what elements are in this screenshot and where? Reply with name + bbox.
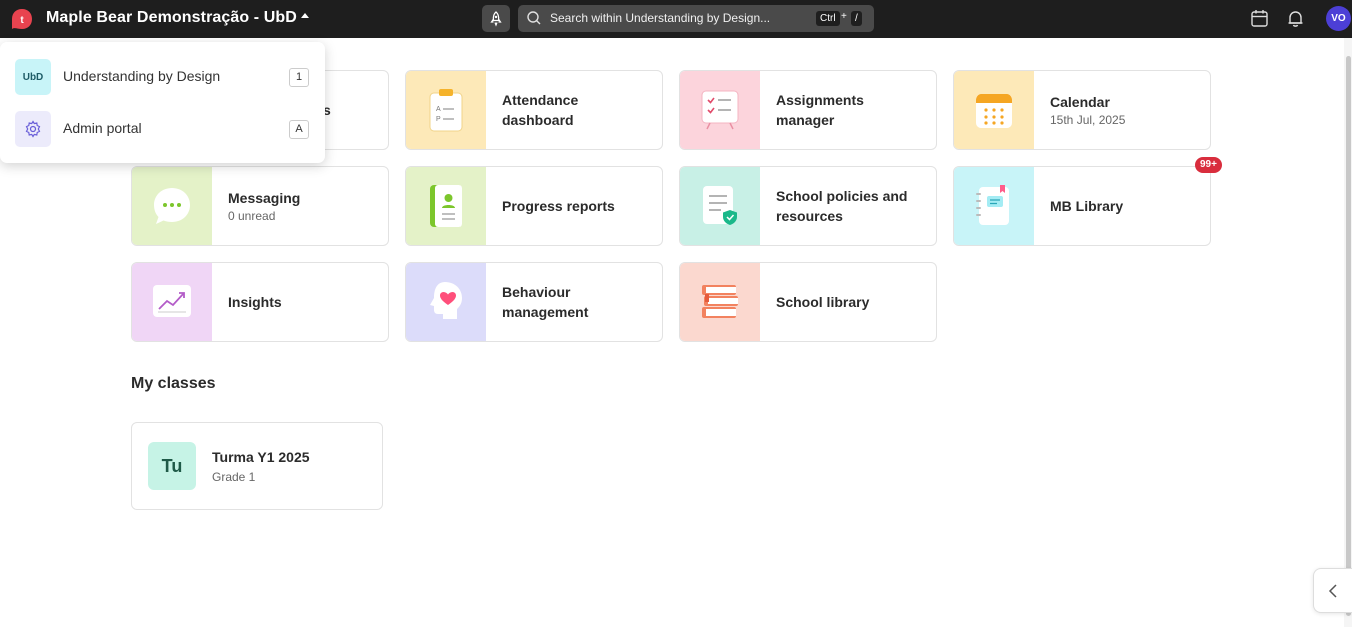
tile-icon-bg <box>406 263 486 341</box>
organization-switcher[interactable]: Maple Bear Demonstração - UbD <box>46 9 297 27</box>
tile-title: Attendance dashboard <box>502 92 579 128</box>
tile-title: Insights <box>228 294 282 310</box>
tile-text: Insights <box>228 263 378 341</box>
tile-text: Progress reports <box>502 167 652 245</box>
class-avatar: Tu <box>148 442 196 490</box>
dropdown-item-admin-portal[interactable]: Admin portal A <box>15 110 315 148</box>
tile-icon-bg <box>680 263 760 341</box>
tile-title: School library <box>776 294 870 310</box>
tile-attendance-dashboard[interactable]: A P Attendance dashboard <box>405 70 663 150</box>
tile-calendar[interactable]: Calendar 15th Jul, 2025 <box>953 70 1211 150</box>
tile-icon-bg <box>954 71 1034 149</box>
shortcut-ctrl-key: Ctrl <box>816 11 840 26</box>
tile-icon-bg <box>132 263 212 341</box>
chevron-left-icon <box>1328 583 1337 598</box>
tile-title: Behaviour management <box>502 284 589 320</box>
chat-bubble-icon <box>154 188 190 224</box>
tile-text: School policies and resources <box>776 167 926 245</box>
shortcut-slash-key: / <box>851 11 862 26</box>
tile-text: School library <box>776 263 926 341</box>
shortcut-key: 1 <box>289 68 309 87</box>
search-placeholder: Search within Understanding by Design... <box>550 11 771 25</box>
notification-badge: 99+ <box>1195 157 1222 173</box>
tile-title: School policies and resources <box>776 188 908 224</box>
notebook-icon <box>976 185 1009 225</box>
tile-text: Messaging 0 unread <box>228 167 378 245</box>
report-book-icon <box>430 185 462 227</box>
tile-icon-bg <box>132 167 212 245</box>
chart-trend-icon <box>153 285 191 317</box>
app-logo-icon[interactable]: t <box>11 8 33 30</box>
tile-title: MB Library <box>1050 198 1124 214</box>
dropdown-item-label: Admin portal <box>63 120 142 136</box>
tile-progress-reports[interactable]: Progress reports <box>405 166 663 246</box>
organization-dropdown-menu: UbD Understanding by Design 1 Admin port… <box>0 42 325 163</box>
class-card[interactable]: Tu Turma Y1 2025 Grade 1 <box>131 422 383 510</box>
svg-text:A: A <box>436 106 441 113</box>
tile-subtitle: 0 unread <box>228 209 276 223</box>
rocket-icon <box>490 10 502 27</box>
policy-document-icon <box>703 186 737 225</box>
tile-school-policies[interactable]: School policies and resources <box>679 166 937 246</box>
search-input[interactable]: Search within Understanding by Design...… <box>518 5 874 32</box>
tile-icon-bg: A P <box>406 71 486 149</box>
dropdown-item-label: Understanding by Design <box>63 68 221 84</box>
class-name: Turma Y1 2025 <box>212 449 310 465</box>
tile-icon-bg <box>680 167 760 245</box>
scrollbar-thumb[interactable] <box>1346 56 1351 616</box>
tile-insights[interactable]: Insights <box>131 262 389 342</box>
tile-icon-bg <box>680 71 760 149</box>
rocket-button[interactable] <box>482 5 510 32</box>
user-avatar[interactable]: VO <box>1326 6 1351 31</box>
calendar-icon[interactable] <box>1250 9 1269 28</box>
tile-text: Assignments manager <box>776 71 926 149</box>
tile-icon-bg <box>406 167 486 245</box>
dropdown-item-understanding-by-design[interactable]: UbD Understanding by Design 1 <box>15 58 315 96</box>
tile-text: Behaviour management <box>502 263 652 341</box>
checklist-board-icon <box>701 90 739 130</box>
bell-icon[interactable] <box>1286 9 1305 28</box>
class-grade: Grade 1 <box>212 470 256 484</box>
top-navigation-bar: t Maple Bear Demonstração - UbD Search w… <box>0 0 1352 38</box>
tile-messaging[interactable]: Messaging 0 unread <box>131 166 389 246</box>
search-icon <box>527 11 541 25</box>
tile-title: Calendar <box>1050 94 1110 110</box>
tile-mb-library[interactable]: MB Library <box>953 166 1211 246</box>
calendar-icon <box>976 94 1012 128</box>
head-heart-icon <box>430 282 462 319</box>
svg-text:P: P <box>436 116 441 123</box>
my-classes-heading: My classes <box>131 375 216 392</box>
tile-text: Calendar 15th Jul, 2025 <box>1050 71 1200 149</box>
attendance-sheet-icon: A P <box>429 89 463 132</box>
tile-title: Messaging <box>228 190 301 206</box>
gear-icon <box>15 111 51 147</box>
tile-text: MB Library <box>1050 167 1200 245</box>
chevron-up-icon[interactable] <box>301 13 309 18</box>
books-stack-icon <box>702 285 738 318</box>
tile-behaviour-management[interactable]: Behaviour management <box>405 262 663 342</box>
tile-school-library[interactable]: School library <box>679 262 937 342</box>
tile-title: Assignments manager <box>776 92 864 128</box>
shortcut-key: A <box>289 120 309 139</box>
tile-text: Attendance dashboard <box>502 71 652 149</box>
tile-title: Progress reports <box>502 198 615 214</box>
tile-assignments-manager[interactable]: Assignments manager <box>679 70 937 150</box>
shortcut-plus: + <box>841 11 847 22</box>
side-panel-toggle-button[interactable] <box>1313 568 1352 613</box>
tile-subtitle: 15th Jul, 2025 <box>1050 113 1126 127</box>
ubd-badge-icon: UbD <box>15 59 51 95</box>
tile-icon-bg <box>954 167 1034 245</box>
